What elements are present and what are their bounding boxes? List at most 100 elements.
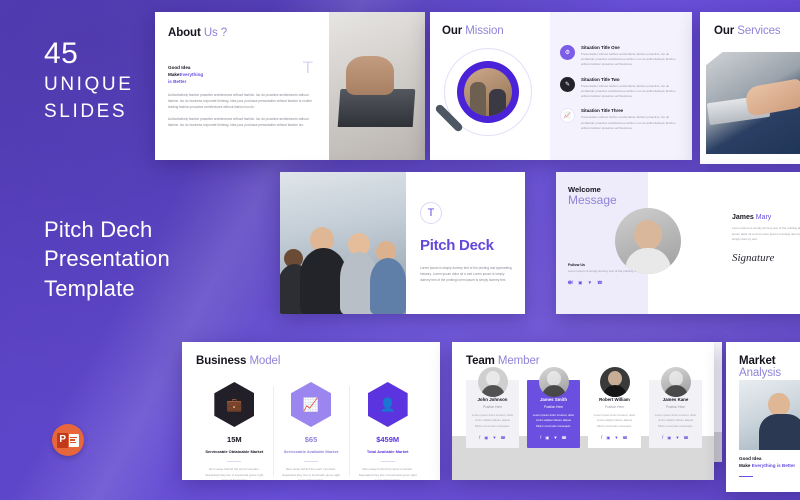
team-text: Lorem ipsum dolor sit amet, dolor minim … <box>532 413 575 428</box>
welcome-right-panel: James Mary Lorem ipsum is simply dummy t… <box>615 172 800 314</box>
mission-item[interactable]: ⚙ Situation Title One Presentation witho… <box>560 44 682 68</box>
team-position: Position Here <box>543 405 564 409</box>
business-label: Total Available Market <box>366 449 409 454</box>
hero-heading: 45 UNIQUE SLIDES <box>44 38 134 124</box>
growth-chart-icon: 📈 <box>291 382 331 427</box>
facebook-icon[interactable]: f <box>540 435 541 440</box>
facebook-icon[interactable]: f <box>662 435 663 440</box>
whatsapp-icon[interactable]: ☎ <box>684 435 689 440</box>
social-icons[interactable]: f ▣ ▼ ☎ <box>654 435 697 440</box>
whatsapp-icon[interactable]: ☎ <box>562 435 567 440</box>
whatsapp-icon[interactable]: ☎ <box>623 435 628 440</box>
mission-item[interactable]: 📈 Situation Title Three Presentation wit… <box>560 108 682 131</box>
social-icons[interactable]: ➊f ▣ ▼ ☎ <box>568 280 640 286</box>
team-card[interactable]: James Smith Position Here Lorem ipsum do… <box>527 367 580 448</box>
business-column[interactable]: 💼 15M Serviceable Obtainable Market Rem … <box>196 382 273 480</box>
hero-line-unique: UNIQUE <box>44 73 134 95</box>
product-title-line3: Template <box>44 275 135 301</box>
market-photo <box>739 380 800 450</box>
slide-our-mission[interactable]: Our Mission ⚙ Situation Title One Presen… <box>430 12 692 160</box>
instagram-icon[interactable]: ▣ <box>545 435 549 440</box>
twitter-icon[interactable]: ▼ <box>553 435 557 440</box>
slide-pitch-deck[interactable]: T Pitch Deck Lorem ipsum is simply dummy… <box>280 172 525 314</box>
market-caption-line1: Good Idea <box>739 456 762 461</box>
team-text: Lorem ipsum dolor sit amet, dolor minim … <box>593 413 636 428</box>
slide-about-us[interactable]: About Us ? Good Idea MakeEverything is B… <box>155 12 425 160</box>
avatar <box>538 367 569 397</box>
pitch-team-photo <box>280 172 406 314</box>
business-column[interactable]: 👤 $459M Total Available Market Rem away … <box>349 382 426 480</box>
whatsapp-icon[interactable]: ☎ <box>597 280 603 286</box>
hero-line-slides: SLIDES <box>44 100 128 122</box>
product-title-line1: Pitch Dech <box>44 217 153 242</box>
instagram-icon[interactable]: ▣ <box>578 280 582 286</box>
slide-team-member[interactable]: Team Member John Johnson Position Here L… <box>452 342 714 480</box>
powerpoint-letter: P <box>57 432 69 448</box>
slide-market-analysis[interactable]: Market Analysis Good Idea Make Everythin… <box>726 342 800 492</box>
team-card[interactable]: John Johnson Position Here Lorem ipsum d… <box>466 367 519 448</box>
instagram-icon[interactable]: ▣ <box>667 435 671 440</box>
social-icons[interactable]: f ▣ ▼ ☎ <box>593 435 636 440</box>
team-title: Team Member <box>466 355 540 367</box>
market-caption: Good Idea Make Everything is Better <box>739 456 795 478</box>
business-columns: 💼 15M Serviceable Obtainable Market Rem … <box>196 382 426 480</box>
business-column[interactable]: 📈 $65 Serviceable Available Market Rem a… <box>272 382 350 480</box>
slide-our-services[interactable]: Our Services <box>700 12 800 164</box>
powerpoint-doc-icon <box>68 433 79 447</box>
market-title: Market Analysis <box>739 355 782 379</box>
pen-icon: ✎ <box>560 76 575 92</box>
divider <box>380 461 395 462</box>
gear-icon: ⚙ <box>560 44 575 60</box>
business-text: Rem away behind the word mountain. Separ… <box>205 467 264 480</box>
avatar <box>599 367 630 397</box>
divider <box>739 475 753 478</box>
about-body-1: Authoritatively fashion proactive archit… <box>168 92 312 109</box>
mission-item[interactable]: ✎ Situation Title Two Presentation witho… <box>560 76 682 100</box>
team-name: John Johnson <box>477 397 508 402</box>
social-icons[interactable]: f ▣ ▼ ☎ <box>532 435 575 440</box>
magnifier-icon <box>434 48 532 136</box>
pitch-text: Lorem ipsum is simply dummy text of the … <box>420 266 512 282</box>
whatsapp-icon[interactable]: ☎ <box>501 435 506 440</box>
product-title: Pitch Dech Presentation Template <box>44 215 170 303</box>
mission-title: Our Mission <box>442 25 504 37</box>
business-text: Rem away behind the word mountain. Separ… <box>282 467 340 480</box>
briefcase-icon: 💼 <box>214 382 255 427</box>
team-card[interactable]: Robert William Position Here Lorem ipsum… <box>588 367 641 448</box>
business-value: $65 <box>304 435 318 444</box>
facebook-icon[interactable]: f <box>479 435 480 440</box>
mission-item-text: Presentation without fashion authoritati… <box>581 83 676 99</box>
mission-items-list: ⚙ Situation Title One Presentation witho… <box>550 12 692 160</box>
avatar <box>615 208 681 274</box>
team-position: Position Here <box>604 405 625 409</box>
twitter-icon[interactable]: ▼ <box>675 435 679 440</box>
services-photo <box>706 52 800 154</box>
facebook-icon[interactable]: f <box>601 435 602 440</box>
about-subhead-3: is Better <box>168 78 187 84</box>
mission-item-text: Presentation without fashion authoritati… <box>581 115 676 130</box>
instagram-icon[interactable]: ▣ <box>606 435 610 440</box>
product-title-line2: Presentation <box>44 246 170 272</box>
team-text: Lorem ipsum dolor sit amet, dolor minim … <box>471 413 514 428</box>
slide-welcome-message[interactable]: Welcome Message Follow Us Lorem ipsum is… <box>556 172 800 314</box>
twitter-icon[interactable]: ▼ <box>614 435 618 440</box>
welcome-person-name: James Mary <box>732 214 772 221</box>
mission-item-text: Presentation without fashion authoritati… <box>581 51 676 67</box>
team-cards: John Johnson Position Here Lorem ipsum d… <box>466 367 714 448</box>
twitter-icon[interactable]: ▼ <box>587 280 592 286</box>
facebook-icon[interactable]: ➊f <box>568 280 573 286</box>
business-text: Rem away behind the word mountain. Separ… <box>358 467 417 480</box>
slide-count: 45 <box>44 37 79 70</box>
avatar <box>660 367 691 397</box>
mission-item-title: Situation Title One <box>581 44 620 50</box>
team-card[interactable]: James Kane Position Here Lorem ipsum dol… <box>649 367 702 448</box>
social-icons[interactable]: f ▣ ▼ ☎ <box>471 435 514 440</box>
about-subhead-1: Good Idea <box>168 65 191 70</box>
twitter-icon[interactable]: ▼ <box>492 435 496 440</box>
instagram-icon[interactable]: ▣ <box>484 435 488 440</box>
services-title: Our Services <box>714 25 781 37</box>
brand-t-icon: T <box>420 202 442 224</box>
brand-t-icon: T <box>302 58 313 77</box>
slide-business-model[interactable]: Business Model 💼 15M Serviceable Obtaina… <box>182 342 440 480</box>
business-value: 15M <box>227 435 242 444</box>
